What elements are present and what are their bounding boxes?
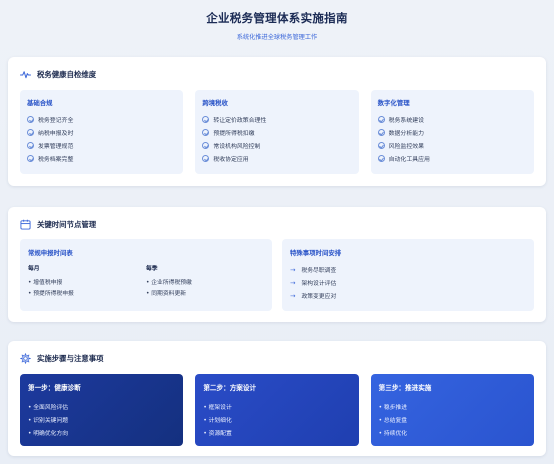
health-check-title: 税务健康自检维度 — [37, 70, 97, 79]
item-label: 纳税申报及时 — [38, 131, 74, 137]
check-circle-icon — [27, 116, 34, 123]
arrow-right-icon: → — [290, 278, 296, 287]
check-circle-icon — [377, 155, 385, 162]
list-item: 数据分析能力 — [377, 126, 527, 139]
item-label: 税收协定应用 — [213, 157, 249, 163]
column-title: 每季 — [146, 266, 158, 272]
schedule-columns: 每月 • 增值税申报 • 预提所得税申报 每季 • 企业所得税预缴 • 同期资料… — [28, 263, 264, 298]
steps-header: 实施步骤与注意事项 — [20, 353, 104, 364]
list-item: • 计划细化 — [203, 418, 232, 424]
health-panel-digital: 数字化管理 税务系统建设 数据分析能力 风险监控效果 自动化工具应用 — [370, 90, 534, 174]
health-panel-crossborder: 跨境税收 转让定价政策合理性 预提所得税扣缴 常设机构风险控制 税收协定应用 — [195, 90, 359, 174]
item-label: 常设机构风险控制 — [213, 144, 261, 150]
list-item: • 稳步推进 — [378, 405, 408, 411]
panel-title: 常规申报时间表 — [28, 249, 73, 257]
item-label: 税务尽职调查 — [301, 268, 337, 274]
timeline-title: 关键时间节点管理 — [37, 220, 97, 229]
calendar-icon — [20, 219, 31, 230]
list-item: • 企业所得税预缴 — [146, 280, 192, 286]
step-panel-2: 第二步：方案设计 • 框架设计 • 计划细化 • 资源配置 — [195, 374, 359, 446]
check-circle-icon — [202, 116, 210, 123]
special-schedule-panel: 特殊事项时间安排 → 税务尽职调查 → 架构设计评估 → 政策变更应对 — [282, 239, 534, 311]
list-item: 预提所得税扣缴 — [202, 126, 351, 139]
arrow-right-icon: → — [290, 291, 296, 300]
step-title: 第一步：健康诊断 — [28, 384, 81, 392]
steps-title: 实施步骤与注意事项 — [37, 354, 104, 363]
item-label: 风险监控效果 — [388, 144, 424, 150]
health-panels: 基础合规 税务登记齐全 纳税申报及时 发票管理规范 税务档案完整 跨境税收 转让… — [20, 90, 534, 174]
item-label: 发票管理规范 — [38, 144, 74, 150]
list-item: 税务系统建设 — [377, 113, 527, 126]
check-circle-icon — [202, 129, 210, 136]
column-title: 每月 — [28, 266, 40, 272]
list-item: → 架构设计评估 — [290, 276, 526, 289]
pulse-icon — [20, 69, 31, 80]
check-circle-icon — [202, 142, 210, 149]
list-item: 自动化工具应用 — [377, 152, 527, 165]
item-label: 自动化工具应用 — [388, 157, 430, 163]
steps-panels: 第一步：健康诊断 • 全面风险评估 • 识别关键问题 • 明确优化方向 第二步：… — [20, 374, 534, 446]
step-panel-1: 第一步：健康诊断 • 全面风险评估 • 识别关键问题 • 明确优化方向 — [20, 374, 184, 446]
regular-schedule-panel: 常规申报时间表 每月 • 增值税申报 • 预提所得税申报 每季 • 企业所得税预… — [20, 239, 272, 311]
list-item: 转让定价政策合理性 — [202, 113, 351, 126]
check-circle-icon — [377, 129, 385, 136]
step-panel-3: 第三步：推进实施 • 稳步推进 • 总结复盘 • 持续优化 — [370, 374, 534, 446]
list-item: 税务登记齐全 — [27, 113, 176, 126]
item-label: 税务系统建设 — [388, 118, 424, 124]
timeline-header: 关键时间节点管理 — [20, 219, 96, 230]
monthly-column: 每月 • 增值税申报 • 预提所得税申报 — [28, 263, 146, 298]
page-header: 企业税务管理体系实施指南 系统化推进全球税务管理工作 — [0, 0, 554, 52]
panel-title: 基础合规 — [27, 99, 53, 107]
arrow-right-icon: → — [290, 265, 296, 274]
panel-title: 跨境税收 — [202, 99, 228, 107]
item-label: 政策变更应对 — [301, 294, 337, 300]
timeline-panels: 常规申报时间表 每月 • 增值税申报 • 预提所得税申报 每季 • 企业所得税预… — [20, 239, 534, 311]
check-circle-icon — [27, 142, 34, 149]
check-circle-icon — [27, 129, 34, 136]
list-item: • 同期资料更新 — [146, 291, 187, 297]
page: 企业税务管理体系实施指南 系统化推进全球税务管理工作 税务健康自检维度 基础合规… — [0, 0, 554, 464]
timeline-card: 关键时间节点管理 常规申报时间表 每月 • 增值税申报 • 预提所得税申报 每季… — [8, 207, 546, 322]
list-item: • 框架设计 — [203, 405, 232, 411]
health-check-card: 税务健康自检维度 基础合规 税务登记齐全 纳税申报及时 发票管理规范 税务档案完… — [8, 57, 546, 186]
list-item: • 持续优化 — [378, 431, 408, 437]
check-circle-icon — [27, 155, 34, 162]
steps-card: 实施步骤与注意事项 第一步：健康诊断 • 全面风险评估 • 识别关键问题 • 明… — [8, 341, 546, 456]
quarterly-column: 每季 • 企业所得税预缴 • 同期资料更新 — [146, 263, 264, 298]
step-title: 第二步：方案设计 — [203, 384, 257, 392]
list-item: • 预提所得税申报 — [28, 291, 74, 297]
item-label: 数据分析能力 — [388, 131, 424, 137]
list-item: → 政策变更应对 — [290, 289, 526, 302]
page-title: 企业税务管理体系实施指南 — [206, 11, 348, 25]
step-title: 第三步：推进实施 — [378, 384, 432, 392]
item-label: 税务登记齐全 — [38, 118, 74, 124]
list-item: 发票管理规范 — [27, 139, 176, 152]
list-item: • 增值税申报 — [28, 280, 63, 286]
check-circle-icon — [377, 116, 385, 123]
health-check-header: 税务健康自检维度 — [20, 69, 96, 80]
gear-icon — [20, 353, 31, 364]
item-label: 转让定价政策合理性 — [213, 118, 267, 124]
item-label: 税务档案完整 — [38, 157, 74, 163]
list-item: • 全面风险评估 — [28, 405, 69, 411]
page-subtitle: 系统化推进全球税务管理工作 — [236, 34, 318, 41]
panel-title: 数字化管理 — [377, 99, 410, 107]
list-item: • 识别关键问题 — [28, 418, 69, 424]
item-label: 架构设计评估 — [301, 281, 337, 287]
list-item: 风险监控效果 — [377, 139, 527, 152]
list-item: 税收协定应用 — [202, 152, 351, 165]
list-item: → 税务尽职调查 — [290, 263, 526, 276]
check-circle-icon — [377, 142, 385, 149]
list-item: 纳税申报及时 — [27, 126, 176, 139]
list-item: • 总结复盘 — [378, 418, 408, 424]
list-item: 税务档案完整 — [27, 152, 176, 165]
panel-title: 特殊事项时间安排 — [290, 249, 342, 257]
list-item: 常设机构风险控制 — [202, 139, 351, 152]
item-label: 预提所得税扣缴 — [213, 131, 255, 137]
list-item: • 明确优化方向 — [28, 431, 69, 437]
check-circle-icon — [202, 155, 210, 162]
health-panel-basic: 基础合规 税务登记齐全 纳税申报及时 发票管理规范 税务档案完整 — [20, 90, 184, 174]
list-item: • 资源配置 — [203, 431, 232, 437]
